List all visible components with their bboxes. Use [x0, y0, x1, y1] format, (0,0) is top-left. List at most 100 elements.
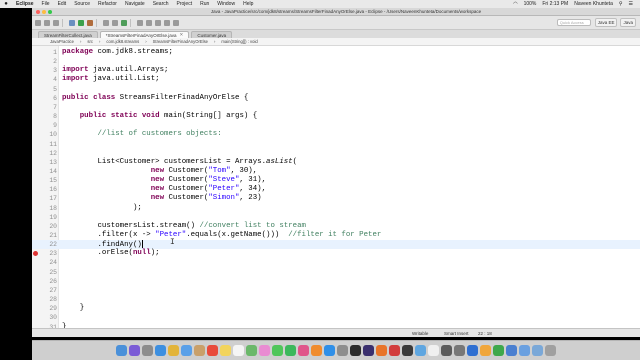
- menu-refactor[interactable]: Refactor: [94, 1, 121, 7]
- breadcrumb-item[interactable]: main(String[]) : void: [221, 39, 257, 44]
- code-line[interactable]: 15 new Customer("Steve", 31),: [32, 176, 640, 185]
- code-line[interactable]: 22 .findAny(): [32, 240, 640, 250]
- menu-edit[interactable]: Edit: [54, 1, 71, 7]
- siri-icon[interactable]: [129, 345, 140, 356]
- close-window-icon[interactable]: [36, 9, 40, 14]
- tab-stream-filter-collect[interactable]: StreamFilterCollect.java: [38, 31, 98, 38]
- menu-search[interactable]: Search: [149, 1, 173, 7]
- menu-eclipse[interactable]: Eclipse: [12, 1, 38, 7]
- quicktime-icon[interactable]: [402, 345, 413, 356]
- chrome-icon[interactable]: [168, 345, 179, 356]
- screenflow-icon[interactable]: [389, 345, 400, 356]
- console-icon[interactable]: [454, 345, 465, 356]
- code-line[interactable]: 17 new Customer("Simon", 23): [32, 194, 640, 203]
- activity-monitor-icon[interactable]: [441, 345, 452, 356]
- code-line[interactable]: 20 customersList.stream() //convert list…: [32, 222, 640, 231]
- code-line[interactable]: 13 List<Customer> customersList = Arrays…: [32, 158, 640, 167]
- perspective-java-ee-button[interactable]: Java EE: [594, 18, 618, 27]
- tab-customer[interactable]: Customer.java: [191, 31, 233, 38]
- preview-icon[interactable]: [415, 345, 426, 356]
- code-line[interactable]: 14 new Customer("Tom", 30),: [32, 167, 640, 176]
- code-line[interactable]: 25: [32, 268, 640, 277]
- code-line[interactable]: 12: [32, 149, 640, 158]
- debug-icon[interactable]: [69, 19, 75, 26]
- perspective-java-button[interactable]: Java: [620, 18, 636, 27]
- menu-help[interactable]: Help: [239, 1, 257, 7]
- code-line[interactable]: 2: [32, 57, 640, 66]
- code-line[interactable]: 4 import java.util.List;: [32, 75, 640, 84]
- breadcrumb-item[interactable]: StreamsFilterFinadAnyOrElse: [153, 39, 208, 44]
- facetime-icon[interactable]: [285, 345, 296, 356]
- code-line[interactable]: 8 public static void main(String[] args)…: [32, 112, 640, 121]
- finder-icon[interactable]: [116, 345, 127, 356]
- notes-icon[interactable]: [220, 345, 231, 356]
- photos-icon[interactable]: [259, 345, 270, 356]
- pages-icon[interactable]: [480, 345, 491, 356]
- menu-run[interactable]: Run: [196, 1, 213, 7]
- breadcrumb-item[interactable]: JavaPractice: [50, 39, 74, 44]
- code-line[interactable]: 29 }: [32, 304, 640, 313]
- code-line[interactable]: 7: [32, 103, 640, 112]
- xcode-icon[interactable]: [506, 345, 517, 356]
- eclipse-icon[interactable]: [363, 345, 374, 356]
- code-line[interactable]: 26: [32, 277, 640, 286]
- run-icon[interactable]: [78, 19, 84, 26]
- launchpad-icon[interactable]: [142, 345, 153, 356]
- code-line[interactable]: 24: [32, 258, 640, 267]
- save-icon[interactable]: [44, 19, 50, 26]
- menu-window[interactable]: Window: [213, 1, 239, 7]
- reminders-icon[interactable]: [233, 345, 244, 356]
- appstore-icon[interactable]: [324, 345, 335, 356]
- numbers-icon[interactable]: [493, 345, 504, 356]
- code-line[interactable]: 19: [32, 213, 640, 222]
- menu-navigate[interactable]: Navigate: [121, 1, 149, 7]
- code-line[interactable]: 27: [32, 286, 640, 295]
- breadcrumb-item[interactable]: src: [87, 39, 93, 44]
- code-line[interactable]: 11: [32, 140, 640, 149]
- external-tools-icon[interactable]: [87, 19, 93, 26]
- wifi-icon[interactable]: ◠: [510, 1, 520, 7]
- mail-icon[interactable]: [181, 345, 192, 356]
- next-annotation-icon[interactable]: [155, 19, 161, 26]
- downloads-icon[interactable]: [519, 345, 530, 356]
- textedit-icon[interactable]: [428, 345, 439, 356]
- safari-icon[interactable]: [155, 345, 166, 356]
- new-class-icon[interactable]: [121, 19, 127, 26]
- code-line[interactable]: 5: [32, 85, 640, 94]
- keynote-icon[interactable]: [467, 345, 478, 356]
- terminal-icon[interactable]: [350, 345, 361, 356]
- battery-label[interactable]: 100%: [521, 1, 540, 7]
- new-package-icon[interactable]: [112, 19, 118, 26]
- code-line[interactable]: 3 import java.util.Arrays;: [32, 66, 640, 75]
- code-line[interactable]: 23 .orElse(null);: [32, 249, 640, 258]
- tab-streams-filter-finad-any-or-else[interactable]: *StreamsFilterFinadAnyOrElse.java ✕: [99, 31, 190, 38]
- new-java-project-icon[interactable]: [103, 19, 109, 26]
- clock-label[interactable]: Fri 2:13 PM: [539, 1, 571, 7]
- breadcrumb-item[interactable]: com.jdk8.streams: [106, 39, 139, 44]
- code-line[interactable]: 6 public class StreamsFilterFinadAnyOrEls…: [32, 94, 640, 103]
- contacts-icon[interactable]: [194, 345, 205, 356]
- back-icon[interactable]: [164, 19, 170, 26]
- new-file-icon[interactable]: [35, 19, 41, 26]
- messages-icon[interactable]: [272, 345, 283, 356]
- code-editor[interactable]: 1 package com.jdk8.streams; 2 3 import java.…: [32, 46, 640, 328]
- calendar-icon[interactable]: [207, 345, 218, 356]
- menu-source[interactable]: Source: [70, 1, 94, 7]
- open-type-icon[interactable]: [137, 19, 143, 26]
- print-icon[interactable]: [53, 19, 59, 26]
- menu-project[interactable]: Project: [173, 1, 197, 7]
- code-line[interactable]: 30: [32, 313, 640, 322]
- forward-icon[interactable]: [173, 19, 179, 26]
- search-icon[interactable]: [146, 19, 152, 26]
- documents-icon[interactable]: [532, 345, 543, 356]
- itunes-icon[interactable]: [298, 345, 309, 356]
- notification-center-icon[interactable]: ☰: [626, 1, 636, 7]
- user-label[interactable]: Naveen Khunteta: [571, 1, 616, 7]
- firefox-icon[interactable]: [376, 345, 387, 356]
- code-line[interactable]: 28: [32, 295, 640, 304]
- code-line[interactable]: 10 //list of customers objects:: [32, 130, 640, 139]
- maps-icon[interactable]: [246, 345, 257, 356]
- menu-file[interactable]: File: [38, 1, 54, 7]
- code-line[interactable]: 1 package com.jdk8.streams;: [32, 48, 640, 57]
- quick-access-input[interactable]: Quick Access: [556, 19, 591, 26]
